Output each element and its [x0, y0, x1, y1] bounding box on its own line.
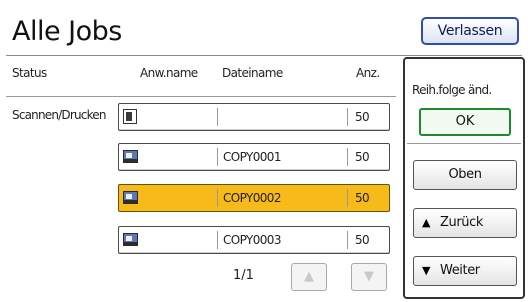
triangle-up-icon: ▲ [304, 269, 314, 284]
exit-button[interactable]: Verlassen [421, 17, 519, 45]
job-file-name: COPY0003 [223, 233, 281, 247]
header-divider [6, 55, 522, 56]
job-count: 50 [355, 233, 370, 247]
triangle-up-icon: ▲ [422, 216, 431, 229]
cell-divider [347, 148, 348, 166]
move-down-label: Weiter [440, 263, 480, 278]
page-down-button[interactable]: ▼ [351, 263, 387, 291]
job-count: 50 [355, 191, 370, 205]
column-header-user-name: Anw.name [140, 66, 198, 80]
column-header-file-name: Dateiname [222, 66, 283, 80]
copy-job-icon [119, 185, 139, 211]
cell-divider [347, 108, 348, 126]
move-to-top-button[interactable]: Oben [413, 160, 517, 190]
move-down-button[interactable]: ▼ Weiter [413, 256, 517, 286]
panel-divider [407, 143, 521, 144]
triangle-down-icon: ▼ [422, 264, 431, 277]
job-list-screen: Alle Jobs Verlassen Status Anw.name Date… [0, 0, 528, 302]
job-row-selected[interactable]: COPY0002 50 [118, 184, 390, 212]
job-row[interactable]: COPY0003 50 [118, 226, 390, 254]
job-count: 50 [355, 110, 370, 124]
job-status-label: Scannen/Drucken [12, 108, 107, 122]
copy-job-icon [119, 144, 139, 170]
job-row[interactable]: 50 [118, 103, 390, 131]
change-order-label: Reih.folge änd. [412, 83, 492, 97]
document-icon [119, 104, 139, 130]
page-up-button[interactable]: ▲ [291, 263, 327, 291]
list-divider [6, 96, 396, 97]
job-file-name: COPY0001 [223, 150, 281, 164]
cell-divider [217, 108, 218, 126]
cell-divider [347, 231, 348, 249]
move-up-label: Zurück [440, 215, 484, 230]
cell-divider [217, 148, 218, 166]
move-to-top-label: Oben [448, 167, 482, 182]
job-row[interactable]: COPY0001 50 [118, 143, 390, 171]
column-header-count: Anz. [356, 66, 380, 80]
cell-divider [217, 231, 218, 249]
ok-button[interactable]: OK [419, 108, 511, 136]
cell-divider [217, 189, 218, 207]
copy-job-icon [119, 227, 139, 253]
change-order-panel: Reih.folge änd. OK Oben ▲ Zurück ▼ Weite… [403, 57, 525, 299]
triangle-down-icon: ▼ [364, 269, 374, 284]
job-count: 50 [355, 150, 370, 164]
job-file-name: COPY0002 [223, 191, 281, 205]
cell-divider [347, 189, 348, 207]
move-up-button[interactable]: ▲ Zurück [413, 208, 517, 238]
page-title: Alle Jobs [12, 16, 122, 47]
page-indicator: 1/1 [233, 268, 254, 283]
column-header-status: Status [12, 66, 47, 80]
